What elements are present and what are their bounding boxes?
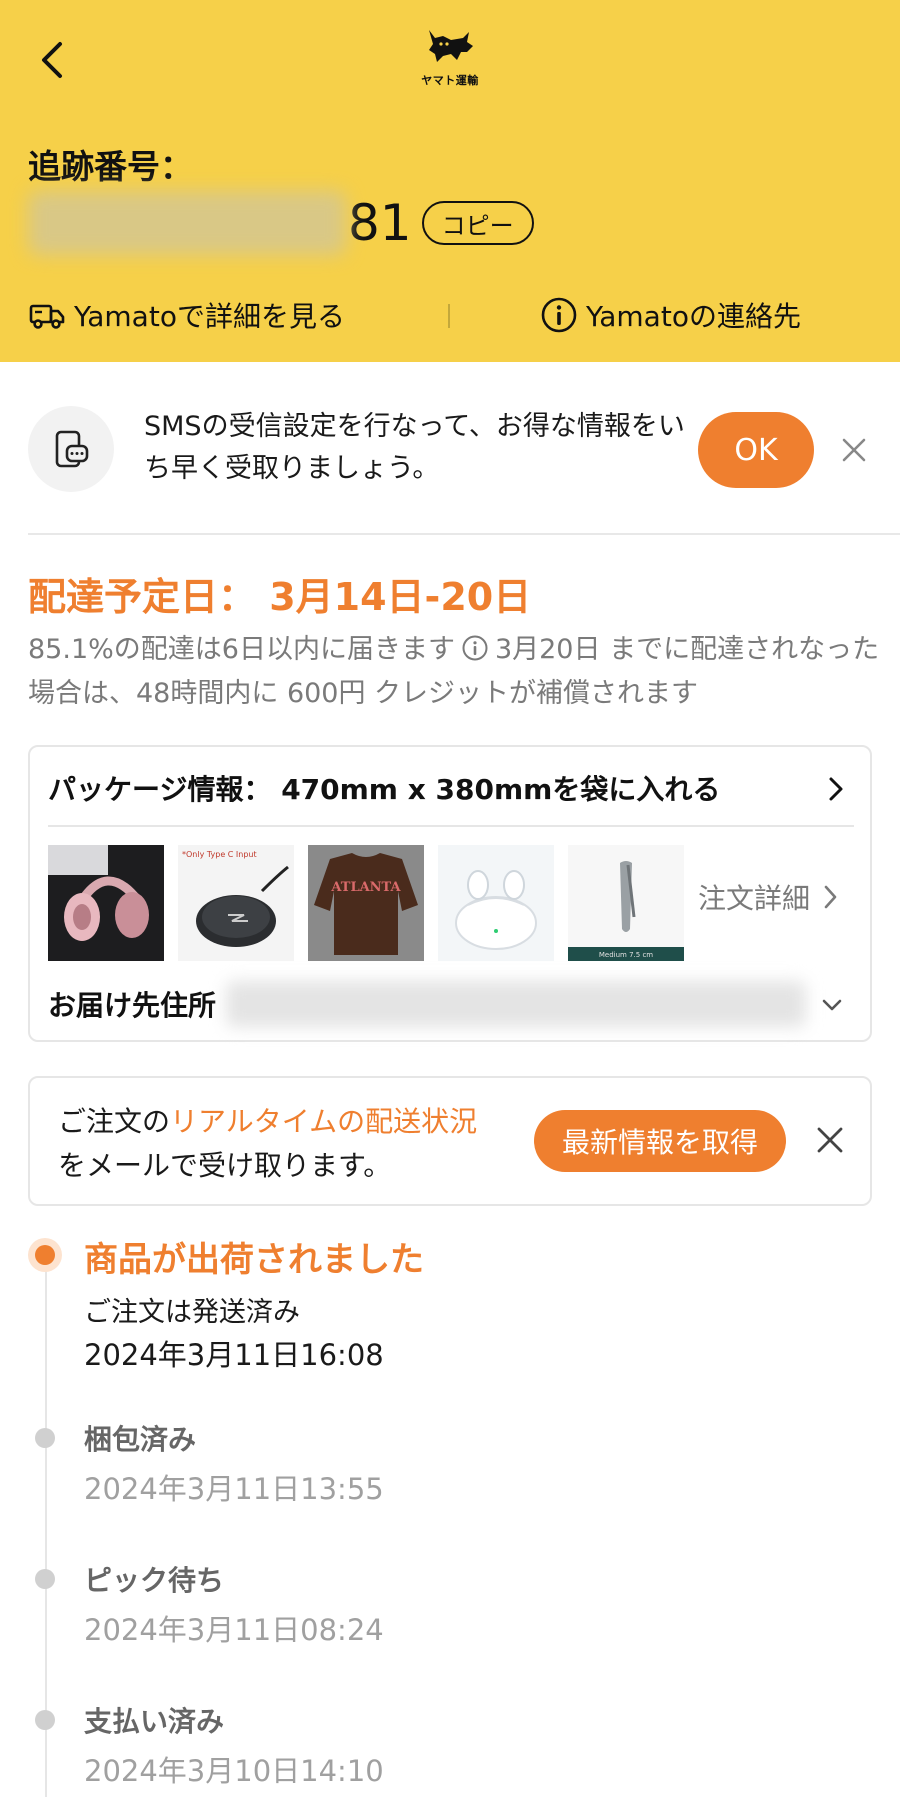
charger-caption: *Only Type C Input bbox=[182, 850, 257, 859]
sms-banner-text: SMSの受信設定を行なって、お得な情報をいち早く受取りましょう。 bbox=[144, 411, 685, 484]
sms-ok-button[interactable]: OK bbox=[698, 412, 814, 488]
black-cat-icon bbox=[429, 30, 473, 62]
email-text-accent: リアルタイムの配送状況 bbox=[170, 1105, 478, 1138]
sms-banner: SMSの受信設定を行なって、お得な情報をいち早く受取りましょう。 OK bbox=[28, 404, 872, 494]
delivery-rate-text: 85.1%の配達は6日以内に届きます bbox=[28, 634, 455, 665]
timeline-dot bbox=[35, 1569, 55, 1589]
package-info-label: パッケージ情報： 470mm x 380mmを袋に入れる bbox=[48, 773, 721, 806]
tracking-number-suffix: 81 bbox=[348, 194, 412, 252]
timeline-item: 商品が出荷されました ご注文は発送済み 2024年3月11日16:08 bbox=[28, 1232, 872, 1372]
delivery-estimate-title: 配達予定日： 3月14日-20日 bbox=[28, 575, 532, 619]
close-icon bbox=[817, 1127, 843, 1153]
copy-button[interactable]: コピー bbox=[421, 201, 534, 245]
timeline-date: 2024年3月10日14:10 bbox=[84, 1754, 384, 1788]
timeline-title: 支払い済み bbox=[84, 1705, 225, 1738]
timeline-title: ピック待ち bbox=[84, 1564, 225, 1597]
timeline-title: 梱包済み bbox=[84, 1423, 197, 1456]
clipper-caption: Medium 7.5 cm bbox=[599, 951, 653, 959]
package-card: パッケージ情報： 470mm x 380mmを袋に入れる *Only Type … bbox=[28, 745, 872, 1042]
timeline-date: 2024年3月11日16:08 bbox=[84, 1338, 384, 1372]
back-button[interactable] bbox=[34, 36, 74, 84]
chevron-right-icon bbox=[829, 777, 843, 801]
product-thumbnail-charger[interactable]: *Only Type C Input bbox=[178, 845, 294, 961]
tracking-header: ヤマト運輸 追跡番号： 81 コピー Yamatoで詳細を見る Yamatoの連… bbox=[0, 0, 900, 362]
timeline-date: 2024年3月11日08:24 bbox=[84, 1613, 384, 1647]
yamato-logo: ヤマト運輸 bbox=[410, 24, 490, 96]
email-text-prefix: ご注文の bbox=[58, 1105, 171, 1138]
product-thumbnails: *Only Type C Input ATLANTA Medium 7.5 cm bbox=[48, 845, 698, 961]
delivery-address-redacted bbox=[226, 981, 807, 1027]
package-divider bbox=[48, 825, 854, 827]
nail-clipper-image: Medium 7.5 cm bbox=[568, 845, 684, 961]
yamato-contact-link[interactable]: Yamatoの連絡先 bbox=[540, 290, 801, 340]
tracking-number-label: 追跡番号： bbox=[28, 147, 193, 186]
timeline-date: 2024年3月11日13:55 bbox=[84, 1472, 384, 1506]
earbuds-image bbox=[438, 845, 554, 961]
yamato-details-label: Yamatoで詳細を見る bbox=[74, 300, 345, 333]
timeline-item: ピック待ち 2024年3月11日08:24 bbox=[28, 1559, 872, 1659]
order-detail-label: 注文詳細 bbox=[698, 882, 811, 915]
section-divider bbox=[28, 533, 900, 535]
info-icon bbox=[541, 297, 577, 333]
chevron-down-icon bbox=[822, 999, 842, 1011]
close-icon bbox=[842, 438, 866, 462]
delivery-address-label: お届け先住所 bbox=[48, 989, 217, 1022]
logo-text: ヤマト運輸 bbox=[421, 74, 479, 87]
wireless-charger-image: *Only Type C Input bbox=[178, 845, 294, 961]
info-icon[interactable] bbox=[461, 634, 489, 662]
product-thumbnail-earbuds[interactable] bbox=[438, 845, 554, 961]
product-thumbnail-sweatshirt[interactable]: ATLANTA bbox=[308, 845, 424, 961]
timeline-dot bbox=[35, 1710, 55, 1730]
timeline-dot-active bbox=[28, 1238, 62, 1272]
delivery-address-row[interactable]: お届け先住所 bbox=[48, 979, 854, 1029]
email-card-close-button[interactable] bbox=[814, 1124, 846, 1156]
chevron-right-icon bbox=[824, 885, 837, 909]
package-info-row[interactable]: パッケージ情報： 470mm x 380mmを袋に入れる bbox=[48, 763, 854, 813]
sweatshirt-caption: ATLANTA bbox=[330, 880, 401, 895]
product-thumbnail-clipper[interactable]: Medium 7.5 cm bbox=[568, 845, 684, 961]
links-divider bbox=[448, 304, 450, 328]
phone-message-icon bbox=[55, 430, 89, 468]
sms-icon-wrap bbox=[28, 406, 114, 492]
timeline-item: 梱包済み 2024年3月11日13:55 bbox=[28, 1418, 872, 1518]
get-latest-info-button[interactable]: 最新情報を取得 bbox=[534, 1110, 786, 1172]
timeline-dot bbox=[35, 1428, 55, 1448]
yamato-details-link[interactable]: Yamatoで詳細を見る bbox=[28, 295, 345, 335]
timeline-title: 商品が出荷されました bbox=[84, 1240, 424, 1280]
headphones-image bbox=[48, 845, 164, 961]
yamato-contact-label: Yamatoの連絡先 bbox=[586, 300, 801, 333]
timeline-subtitle: ご注文は発送済み bbox=[84, 1297, 300, 1328]
tracking-number-redacted bbox=[28, 191, 346, 255]
carrier-links: Yamatoで詳細を見る Yamatoの連絡先 bbox=[28, 290, 872, 340]
timeline-item: 支払い済み 2024年3月10日14:10 bbox=[28, 1700, 872, 1796]
email-text-suffix: をメールで受け取ります。 bbox=[58, 1149, 392, 1182]
delivery-guarantee-text: 85.1%の配達は6日以内に届きます 3月20日 までに配達されなった場合は、4… bbox=[28, 628, 888, 716]
product-thumbnail-headphones[interactable] bbox=[48, 845, 164, 961]
email-updates-card: ご注文のリアルタイムの配送状況をメールで受け取ります。 最新情報を取得 bbox=[28, 1076, 872, 1206]
email-updates-text: ご注文のリアルタイムの配送状況をメールで受け取ります。 bbox=[58, 1100, 498, 1188]
truck-icon bbox=[29, 304, 65, 329]
order-detail-link[interactable]: 注文詳細 bbox=[698, 877, 844, 917]
sms-close-button[interactable] bbox=[836, 432, 872, 468]
chevron-left-icon bbox=[42, 42, 62, 78]
tracking-number-row: 81 コピー bbox=[28, 190, 534, 256]
sweatshirt-image: ATLANTA bbox=[308, 845, 424, 961]
